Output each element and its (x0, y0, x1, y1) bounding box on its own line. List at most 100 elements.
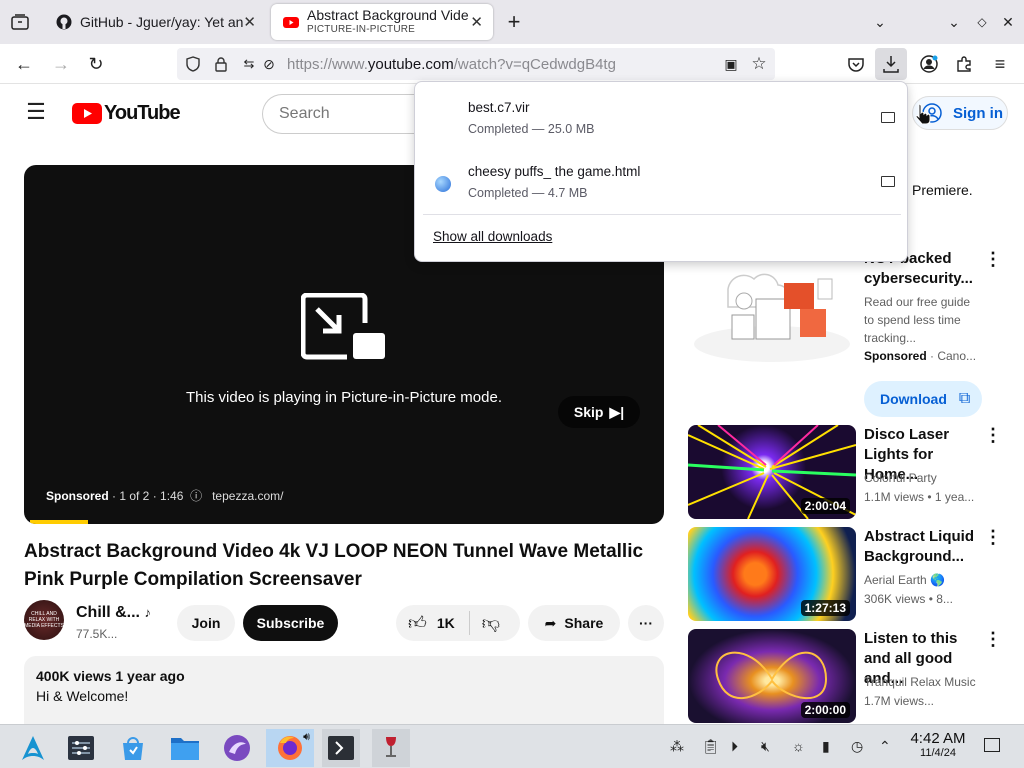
show-hidden-icons-chevron[interactable]: ⌃ (879, 738, 891, 755)
lock-icon[interactable] (209, 52, 233, 76)
thumbs-down-icon[interactable]: 👎︎ (482, 612, 500, 634)
video-meta: 1.1M views • 1 yea... (864, 490, 975, 504)
url-text[interactable]: https://www.youtube.com/watch?v=qCedwdgB… (287, 56, 616, 73)
video-meta: 1.7M views... (864, 694, 935, 708)
divider (468, 611, 470, 635)
skip-next-icon: ▶| (609, 403, 625, 420)
video-thumbnail[interactable]: 2:00:04 (688, 425, 856, 519)
info-icon[interactable]: ⓘ (187, 489, 209, 503)
media-play-icon[interactable]: ⏵ (731, 738, 738, 755)
share-button[interactable]: ➦ Share (528, 605, 620, 641)
ad-domain-link[interactable]: tepezza.com/ (212, 489, 283, 503)
arch-launcher-icon[interactable] (14, 729, 52, 767)
app-launcher-icon[interactable] (218, 729, 256, 767)
brightness-icon[interactable]: ☼ (792, 738, 805, 754)
taskbar: 🔊︎ ⁂ 📋︎ ⏵ 🔇︎ ☼ ▮ ◷ ⌃ 4:42 AM 11/4/24 (0, 724, 1024, 768)
description-box[interactable]: 400K views 1 year ago Hi & Welcome! (24, 656, 664, 724)
network-icon[interactable]: ◷ (851, 738, 863, 755)
close-tab-icon[interactable]: ✕ (470, 13, 483, 31)
volume-muted-icon[interactable]: 🔇︎ (761, 738, 770, 755)
search-input[interactable]: Search (262, 94, 432, 134)
forward-icon[interactable]: → (49, 52, 73, 76)
music-note-icon: ♪ (144, 605, 151, 620)
wine-app-icon[interactable] (372, 729, 410, 767)
channel-avatar[interactable]: CHILL AND RELAX WITH MEDIA EFFECTS (24, 600, 64, 640)
pocket-icon[interactable] (844, 52, 868, 76)
show-desktop-icon[interactable] (984, 738, 1000, 752)
clock[interactable]: 4:42 AM 11/4/24 (903, 730, 973, 759)
show-all-downloads-link[interactable]: Show all downloads (433, 229, 552, 244)
reload-icon[interactable]: ↻ (84, 52, 108, 76)
account-icon[interactable] (917, 52, 941, 76)
terminal-icon[interactable] (322, 729, 360, 767)
more-options-icon[interactable]: ⋮ (984, 629, 1002, 650)
video-channel[interactable]: Aerial Earth 🌎 (864, 571, 945, 589)
like-count[interactable]: 1K (437, 615, 455, 631)
download-icon (883, 56, 899, 73)
menu-hamburger-icon[interactable]: ≡ (988, 52, 1012, 76)
tab-youtube-active[interactable]: Abstract Background Vide PICTURE-IN-PICT… (271, 4, 493, 40)
shield-icon[interactable] (181, 52, 205, 76)
audio-playing-icon: 🔊︎ (303, 731, 310, 743)
downloads-button[interactable] (875, 48, 907, 80)
system-settings-icon[interactable] (62, 729, 100, 767)
bookmark-star-icon[interactable]: ☆ (747, 52, 771, 76)
youtube-menu-icon[interactable]: ☰ (24, 99, 48, 124)
video-thumbnail[interactable]: 2:00:00 (688, 629, 856, 723)
ad-sponsor-line: Sponsored · Cano... (864, 349, 977, 363)
view-stats: 400K views 1 year ago (36, 668, 185, 684)
like-dislike-group: 👍︎ 1K 👎︎ (396, 605, 520, 641)
tab-overview-icon[interactable] (8, 10, 32, 34)
download-status: Completed — 25.0 MB (468, 122, 595, 136)
video-title: Abstract Background Video 4k VJ LOOP NEO… (24, 541, 644, 590)
subscribe-button[interactable]: Subscribe (243, 605, 338, 641)
thumbs-up-icon[interactable]: 👍︎ (408, 612, 427, 634)
clipboard-icon[interactable]: 📋︎ (702, 738, 720, 755)
skip-ad-button[interactable]: Skip ▶| (558, 396, 640, 428)
open-folder-icon[interactable] (881, 176, 895, 187)
battery-icon[interactable]: ▮ (822, 738, 830, 755)
download-item[interactable]: cheesy puffs_ the game.html Completed — … (423, 154, 901, 210)
more-options-icon[interactable]: ⋮ (984, 249, 1002, 270)
clock-date: 11/4/24 (920, 747, 956, 759)
join-button[interactable]: Join (177, 605, 235, 641)
close-window-icon[interactable]: ✕ (996, 10, 1020, 34)
download-status: Completed — 4.7 MB (468, 186, 588, 200)
channel-name[interactable]: Chill &... ♪ (76, 604, 151, 622)
minimize-icon[interactable]: ⌄ (942, 10, 966, 34)
video-duration: 2:00:04 (800, 498, 850, 514)
video-title[interactable]: Abstract Liquid Background... (864, 527, 980, 567)
ad-progress-bar[interactable] (30, 520, 88, 524)
maximize-icon[interactable]: ◇ (970, 10, 994, 34)
youtube-logo-icon (72, 103, 102, 124)
download-item[interactable]: best.c7.vir Completed — 25.0 MB (423, 90, 901, 146)
tab-github[interactable]: GitHub - Jguer/yay: Yet an ✕ (46, 4, 266, 40)
video-channel[interactable]: Tranquil Relax Music (864, 673, 976, 691)
open-folder-icon[interactable] (881, 112, 895, 123)
navigation-bar: ← → ↻ ⇆ ⊘ https://www.youtube.com/watch?… (0, 44, 1024, 84)
close-tab-icon[interactable]: ✕ (243, 13, 256, 31)
video-thumbnail[interactable]: 1:27:13 (688, 527, 856, 621)
extensions-icon[interactable] (952, 52, 976, 76)
more-options-icon[interactable]: ⋮ (984, 527, 1002, 548)
youtube-logo[interactable]: YouTube (72, 102, 181, 125)
more-actions-icon[interactable]: ··· (628, 605, 664, 641)
video-meta: 306K views • 8... (864, 592, 953, 606)
ad-download-button[interactable]: Download ⧉ (864, 381, 982, 417)
new-tab-icon[interactable]: + (502, 9, 526, 34)
video-channel[interactable]: Colorful Party (864, 469, 937, 487)
ad-image[interactable] (688, 249, 856, 369)
list-tabs-chevron-icon[interactable]: ⌄ (868, 10, 892, 34)
more-options-icon[interactable]: ⋮ (984, 425, 1002, 446)
kdeconnect-icon[interactable]: ⁂ (670, 738, 684, 755)
store-bag-icon[interactable] (114, 729, 152, 767)
tracking-off-icon[interactable]: ⊘ (257, 52, 281, 76)
url-bar[interactable]: ⇆ ⊘ https://www.youtube.com/watch?v=qCed… (177, 48, 775, 80)
clock-time: 4:42 AM (910, 730, 966, 747)
firefox-taskbar-icon[interactable]: 🔊︎ (266, 729, 314, 767)
download-filename: cheesy puffs_ the game.html (468, 164, 641, 179)
tab-title: GitHub - Jguer/yay: Yet an (80, 14, 244, 30)
file-manager-icon[interactable] (166, 729, 204, 767)
back-icon[interactable]: ← (12, 52, 36, 76)
reader-view-icon[interactable]: ▣ (719, 52, 743, 76)
